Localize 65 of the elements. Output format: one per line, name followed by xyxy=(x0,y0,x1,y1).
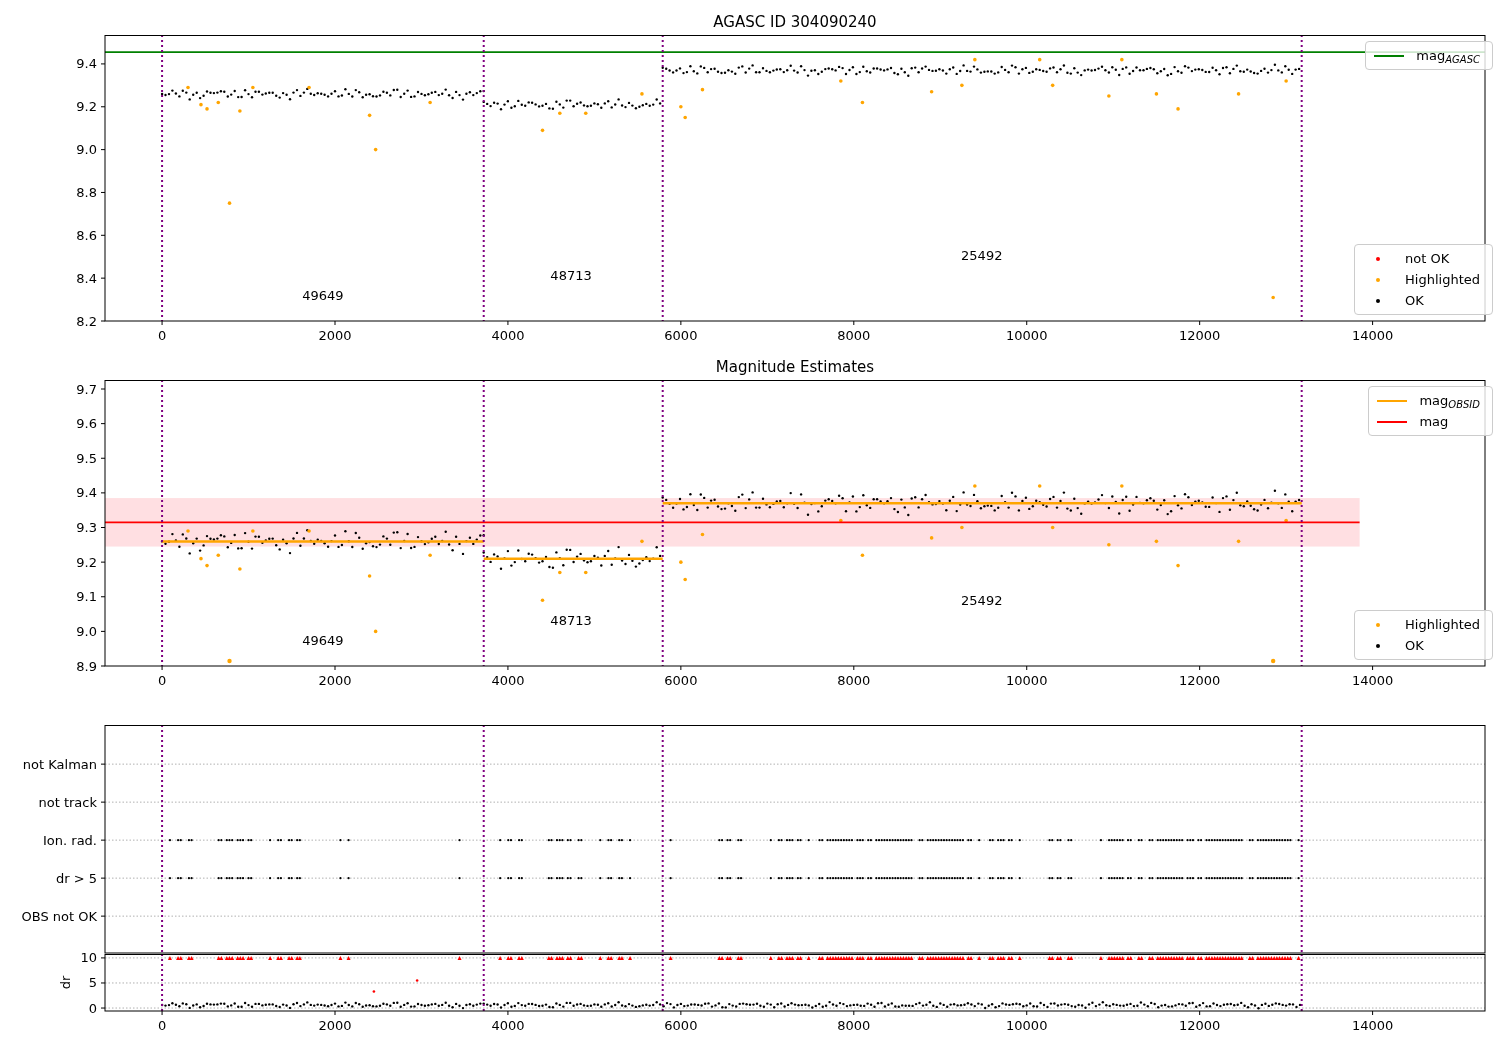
chart-title: Magnitude Estimates xyxy=(715,358,875,376)
x-tick-label: 4000 xyxy=(491,1018,525,1033)
x-tick-label: 2000 xyxy=(318,328,352,343)
y-tick-label: 9.2 xyxy=(76,99,97,115)
legend-label: OK xyxy=(1405,637,1425,655)
y-tick-label: 9.3 xyxy=(76,520,97,535)
x-tick-label: 0 xyxy=(157,1018,167,1033)
legend-label: OK xyxy=(1405,292,1425,310)
x-tick-label: 8000 xyxy=(837,328,871,343)
x-tick-label: 2000 xyxy=(318,673,352,688)
obsid-label: 48713 xyxy=(550,612,592,628)
y-tick-label: 8.8 xyxy=(76,184,97,200)
y-tick-label: 8.4 xyxy=(76,270,97,286)
x-tick-label: 12000 xyxy=(1179,673,1221,688)
y-tick-label: 9.7 xyxy=(76,381,97,397)
obsid-label: 25492 xyxy=(961,592,1003,608)
x-tick-label: 10000 xyxy=(1006,328,1048,343)
x-tick-label: 6000 xyxy=(664,328,698,343)
y-tick-label: not track xyxy=(38,794,97,810)
y-tick-label: 9.0 xyxy=(76,142,97,158)
obsid-label: 25492 xyxy=(961,247,1003,263)
y-tick-label: 10 xyxy=(80,950,97,966)
obsid-label: 49649 xyxy=(302,632,344,648)
x-tick-label: 10000 xyxy=(1006,1018,1048,1033)
y-tick-label: 9.6 xyxy=(76,416,97,432)
x-tick-label: 6000 xyxy=(664,673,698,688)
x-tick-label: 0 xyxy=(157,328,167,343)
y-tick-label: 8.9 xyxy=(76,658,97,674)
x-tick-label: 4000 xyxy=(491,673,525,688)
y-tick-label: 9.1 xyxy=(76,589,97,605)
x-tick-label: 2000 xyxy=(318,1018,352,1033)
x-tick-label: 14000 xyxy=(1351,1018,1394,1033)
y-tick-label: 9.0 xyxy=(76,623,97,639)
y-tick-label: 9.2 xyxy=(76,554,97,570)
x-tick-label: 0 xyxy=(157,673,167,688)
legend-label: Highlighted xyxy=(1405,271,1481,289)
y-tick-label: OBS not OK xyxy=(21,908,97,924)
legend-label: not OK xyxy=(1405,250,1451,268)
y-tick-label: 9.4 xyxy=(76,56,97,72)
x-tick-label: 14000 xyxy=(1351,328,1394,343)
y-tick-label: 8.6 xyxy=(76,227,97,243)
y-tick-label: not Kalman xyxy=(22,756,97,772)
obsid-label: 49649 xyxy=(302,287,344,303)
y-axis-label: dr xyxy=(58,975,73,990)
x-tick-label: 14000 xyxy=(1351,673,1394,688)
legend-label: Highlighted xyxy=(1405,616,1481,634)
x-tick-label: 6000 xyxy=(664,1018,698,1033)
obsid-label: 48713 xyxy=(550,267,592,283)
y-tick-label: 8.2 xyxy=(76,313,97,329)
legend-label: mag$_{AGASC}$ xyxy=(1416,47,1481,65)
x-tick-label: 8000 xyxy=(837,673,871,688)
y-tick-label: dr > 5 xyxy=(55,870,97,886)
x-tick-label: 12000 xyxy=(1179,1018,1221,1033)
y-tick-label: 9.4 xyxy=(76,485,97,501)
x-tick-label: 12000 xyxy=(1179,328,1221,343)
y-tick-label: 9.5 xyxy=(76,450,97,466)
y-tick-label: 0 xyxy=(88,1000,97,1016)
y-tick-label: 5 xyxy=(88,975,97,991)
x-tick-label: 10000 xyxy=(1006,673,1048,688)
x-tick-label: 8000 xyxy=(837,1018,871,1033)
x-tick-label: 4000 xyxy=(491,328,525,343)
y-tick-label: Ion. rad. xyxy=(43,832,97,848)
legend-label: mag xyxy=(1419,413,1450,431)
chart-title: AGASC ID 304090240 xyxy=(713,13,877,31)
legend-label: mag$_{OBSID}$ xyxy=(1419,392,1481,410)
